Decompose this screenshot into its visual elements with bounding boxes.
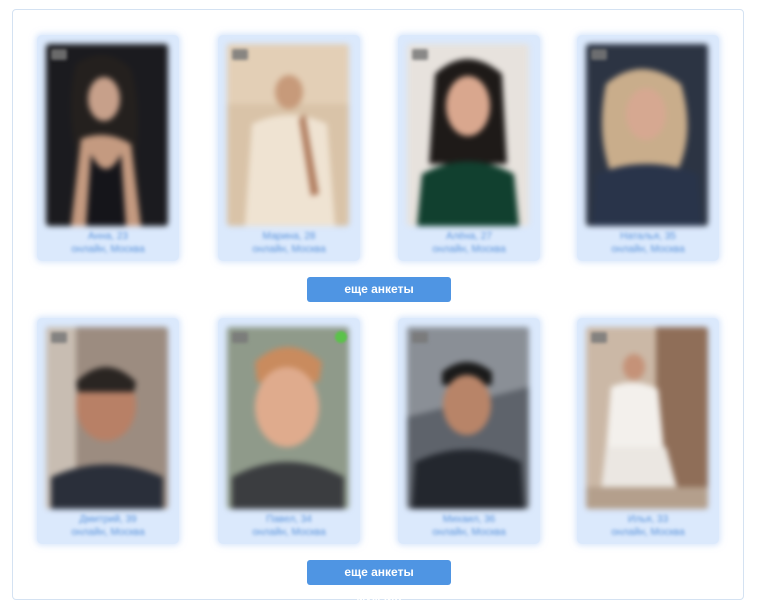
camera-icon	[591, 332, 607, 343]
profile-name[interactable]: Илья, 33	[577, 514, 719, 525]
profile-photo[interactable]	[407, 327, 529, 509]
profile-status: онлайн, Москва	[432, 244, 506, 255]
camera-icon	[591, 49, 607, 60]
camera-icon	[232, 49, 248, 60]
more-women-button[interactable]: еще анкеты женщин	[307, 277, 451, 321]
profile-status: онлайн, Москва	[71, 244, 145, 255]
profile-name[interactable]: Наталья, 35	[577, 231, 719, 242]
profile-name[interactable]: Анна, 23	[37, 231, 179, 242]
camera-icon	[51, 332, 67, 343]
camera-icon	[412, 49, 428, 60]
profile-photo[interactable]	[586, 44, 708, 226]
profile-card-man-3[interactable]: Михаил, 36 онлайн, Москва	[398, 318, 540, 544]
camera-icon	[412, 332, 428, 343]
profile-photo[interactable]	[227, 327, 349, 509]
more-men-button[interactable]: еще анкеты мужчин	[307, 560, 451, 604]
profile-photo[interactable]	[227, 44, 349, 226]
camera-icon	[51, 49, 67, 60]
profile-status: онлайн, Москва	[252, 527, 326, 538]
profile-name[interactable]: Михаил, 36	[398, 514, 540, 525]
profile-status: онлайн, Москва	[432, 527, 506, 538]
profile-card-woman-2[interactable]: Марина, 28 онлайн, Москва	[218, 35, 360, 261]
profile-photo[interactable]	[46, 327, 168, 509]
profile-name[interactable]: Дмитрий, 39	[37, 514, 179, 525]
profile-card-woman-3[interactable]: Алёна, 27 онлайн, Москва	[398, 35, 540, 261]
profile-name[interactable]: Алёна, 27	[398, 231, 540, 242]
profile-card-man-2[interactable]: Павел, 34 онлайн, Москва	[218, 318, 360, 544]
profile-card-woman-4[interactable]: Наталья, 35 онлайн, Москва	[577, 35, 719, 261]
online-indicator-icon	[335, 331, 347, 343]
profile-card-man-4[interactable]: Илья, 33 онлайн, Москва	[577, 318, 719, 544]
profile-card-man-1[interactable]: Дмитрий, 39 онлайн, Москва	[37, 318, 179, 544]
profile-status: онлайн, Москва	[252, 244, 326, 255]
camera-icon	[232, 332, 248, 343]
profile-status: онлайн, Москва	[611, 527, 685, 538]
profile-photo[interactable]	[46, 44, 168, 226]
profile-photo[interactable]	[407, 44, 529, 226]
profile-name[interactable]: Павел, 34	[218, 514, 360, 525]
profile-card-woman-1[interactable]: Анна, 23 онлайн, Москва	[37, 35, 179, 261]
profile-status: онлайн, Москва	[71, 527, 145, 538]
profile-name[interactable]: Марина, 28	[218, 231, 360, 242]
profile-photo[interactable]	[586, 327, 708, 509]
profile-status: онлайн, Москва	[611, 244, 685, 255]
profiles-panel: Анна, 23 онлайн, Москва Марина, 28 онлай…	[12, 9, 744, 604]
